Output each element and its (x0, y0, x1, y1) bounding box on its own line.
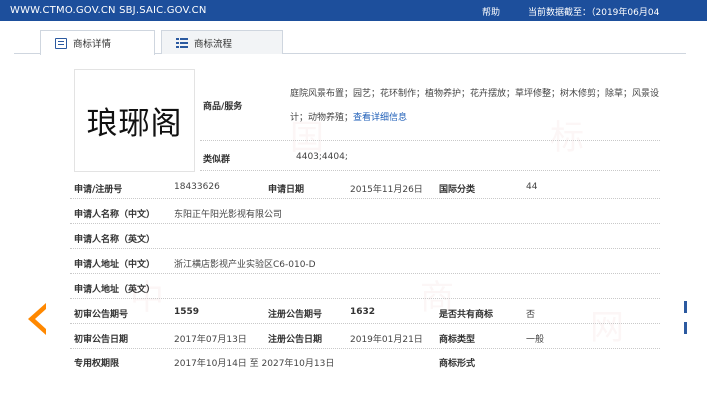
applicant-name-en-label: 申请人名称（英文） (74, 235, 156, 245)
reg-pub-date-label: 注册公告日期 (268, 335, 323, 345)
goods-services-label: 商品/服务 (203, 102, 243, 112)
mark-form-label: 商标形式 (439, 359, 476, 369)
watermark-text: 网 (590, 308, 624, 348)
header-bar: WWW.CTMO.GOV.CN SBJ.SAIC.GOV.CN 帮助 当前数据截… (0, 0, 707, 21)
exclusive-period-value: 2017年10月14日 至 2027年10月13日 (174, 359, 335, 369)
shared-mark-value: 否 (526, 310, 536, 320)
application-date-value: 2015年11月26日 (350, 185, 423, 195)
exclusive-period-label: 专用权期限 (74, 359, 120, 369)
prelim-pub-no-label: 初审公告期号 (74, 310, 129, 320)
goods-services-text: 计；动物养殖； (290, 113, 354, 123)
help-link[interactable]: 帮助 (482, 5, 500, 18)
trademark-image: 琅琊阁 (74, 69, 195, 172)
applicant-address-cn-value: 浙江横店影视产业实验区C6-010-D (174, 260, 316, 270)
divider (200, 170, 660, 171)
tab-trademark-details[interactable]: 商标详情 (40, 30, 155, 55)
tab-bar: 商标详情 商标流程 (14, 27, 686, 55)
site-url: WWW.CTMO.GOV.CN SBJ.SAIC.GOV.CN (10, 5, 207, 16)
tab-label: 商标详情 (73, 39, 112, 50)
prelim-pub-no-value: 1559 (174, 307, 200, 317)
divider (200, 140, 660, 141)
reg-pub-date-value: 2019年01月21日 (350, 335, 423, 345)
application-date-label: 申请日期 (268, 185, 305, 195)
mark-type-label: 商标类型 (439, 335, 476, 345)
similar-group-value: 4403;4404; (296, 152, 348, 162)
tab-label: 商标流程 (194, 38, 233, 50)
divider (70, 298, 660, 299)
divider (70, 248, 660, 249)
prelim-pub-date-value: 2017年07月13日 (174, 335, 247, 345)
data-date: 当前数据截至：（2019年06月04 (528, 8, 660, 18)
reg-no-value: 18433626 (174, 182, 220, 192)
tab-trademark-process[interactable]: 商标流程 (161, 30, 283, 54)
scroll-marker[interactable] (684, 301, 687, 313)
divider (70, 348, 660, 349)
reg-pub-no-label: 注册公告期号 (268, 310, 323, 320)
divider (70, 273, 660, 274)
trademark-text: 琅琊阁 (86, 106, 183, 142)
applicant-name-cn-value: 东阳正午阳光影视有限公司 (174, 210, 283, 220)
document-icon (55, 37, 67, 49)
reg-no-label: 申请/注册号 (74, 185, 123, 195)
goods-services-line-2: 计；动物养殖；查看详细信息 (290, 110, 407, 123)
divider (70, 323, 660, 324)
view-details-link[interactable]: 查看详细信息 (353, 113, 407, 123)
applicant-address-en-label: 申请人地址（英文） (74, 285, 156, 295)
applicant-name-cn-label: 申请人名称（中文） (74, 210, 156, 220)
intl-class-label: 国际分类 (439, 185, 476, 195)
scroll-marker[interactable] (684, 322, 687, 334)
intl-class-value: 44 (526, 182, 538, 192)
list-icon (176, 37, 188, 48)
divider (70, 223, 660, 224)
similar-group-label: 类似群 (203, 155, 231, 165)
watermark-text: 标 (550, 118, 584, 158)
applicant-address-cn-label: 申请人地址（中文） (74, 260, 156, 270)
previous-arrow-icon[interactable] (28, 303, 46, 335)
divider (70, 198, 660, 199)
prelim-pub-date-label: 初审公告日期 (74, 335, 129, 345)
mark-type-value: 一般 (526, 335, 545, 345)
goods-services-line-1: 庭院风景布置；园艺；花环制作；植物养护；花卉摆放；草坪修整；树木修剪；除草；风景… (290, 89, 660, 99)
shared-mark-label: 是否共有商标 (439, 310, 494, 320)
reg-pub-no-value: 1632 (350, 307, 376, 317)
